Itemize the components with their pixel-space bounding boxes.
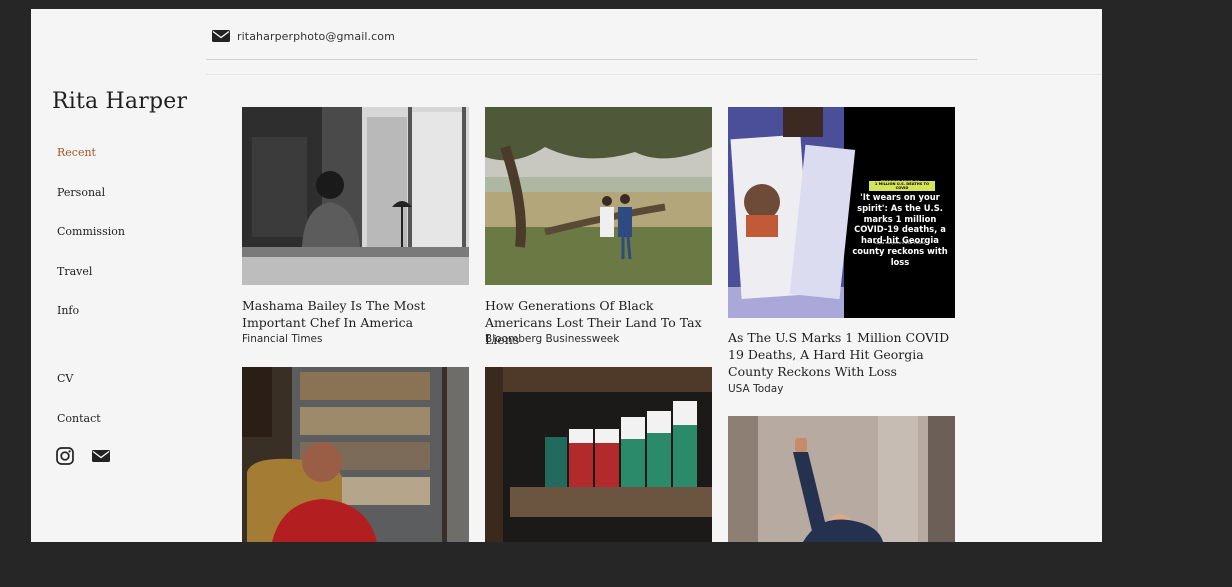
site-page: ritaharperphoto@gmail.com Rita Harper Re… <box>31 9 1102 542</box>
covid-headline: 'It wears on your spirit': As the U.S. m… <box>852 192 948 267</box>
envelope-icon <box>92 450 110 462</box>
nav-item-contact[interactable]: Contact <box>57 412 101 425</box>
nav-item-personal[interactable]: Personal <box>57 186 105 199</box>
card-image-chef[interactable] <box>242 107 469 285</box>
card-publication: Bloomberg Businessweek <box>485 333 620 345</box>
card-publication: USA Today <box>728 383 784 395</box>
card-image-library-portrait[interactable] <box>242 367 469 542</box>
card-title[interactable]: As The U.S Marks 1 Million COVID 19 Deat… <box>728 329 955 380</box>
covid-badge: 1 MILLION U.S. DEATHS TO COVID <box>869 181 935 191</box>
header-divider <box>206 74 1102 75</box>
envelope-icon <box>212 30 230 42</box>
card-publication: Financial Times <box>242 333 323 345</box>
covid-byline: Kayla Konyecsni USA TODAY <box>874 241 926 245</box>
nav-item-commission[interactable]: Commission <box>57 225 125 238</box>
instagram-icon <box>56 447 74 465</box>
email-link[interactable]: ritaharperphoto@gmail.com <box>212 29 395 43</box>
nav-item-cv[interactable]: CV <box>57 372 73 385</box>
nav-item-recent[interactable]: Recent <box>57 146 96 159</box>
gallery-card[interactable]: Mashama Bailey Is The Most Important Che… <box>242 107 469 357</box>
gallery-card[interactable] <box>485 367 712 542</box>
card-image-cigarettes[interactable] <box>485 367 712 542</box>
nav-item-info[interactable]: Info <box>57 304 79 317</box>
gallery-card[interactable] <box>242 367 469 542</box>
social-links <box>56 447 110 470</box>
nav-item-travel[interactable]: Travel <box>57 265 92 278</box>
gallery-card[interactable]: GROWING COVID-19 1 MILLION U.S. DEATHS T… <box>728 107 955 407</box>
email-address: ritaharperphoto@gmail.com <box>237 29 395 43</box>
site-title[interactable]: Rita Harper <box>52 89 187 114</box>
instagram-link[interactable] <box>56 447 74 470</box>
gallery-card[interactable] <box>728 416 955 542</box>
card-title[interactable]: Mashama Bailey Is The Most Important Che… <box>242 297 469 331</box>
gallery-card[interactable]: How Generations Of Black Americans Lost … <box>485 107 712 357</box>
card-image-covid[interactable]: GROWING COVID-19 1 MILLION U.S. DEATHS T… <box>728 107 955 318</box>
top-bar: ritaharperphoto@gmail.com <box>206 9 977 60</box>
card-image-raised-fist[interactable] <box>728 416 955 542</box>
email-social-link[interactable] <box>92 449 110 468</box>
card-image-land[interactable] <box>485 107 712 285</box>
